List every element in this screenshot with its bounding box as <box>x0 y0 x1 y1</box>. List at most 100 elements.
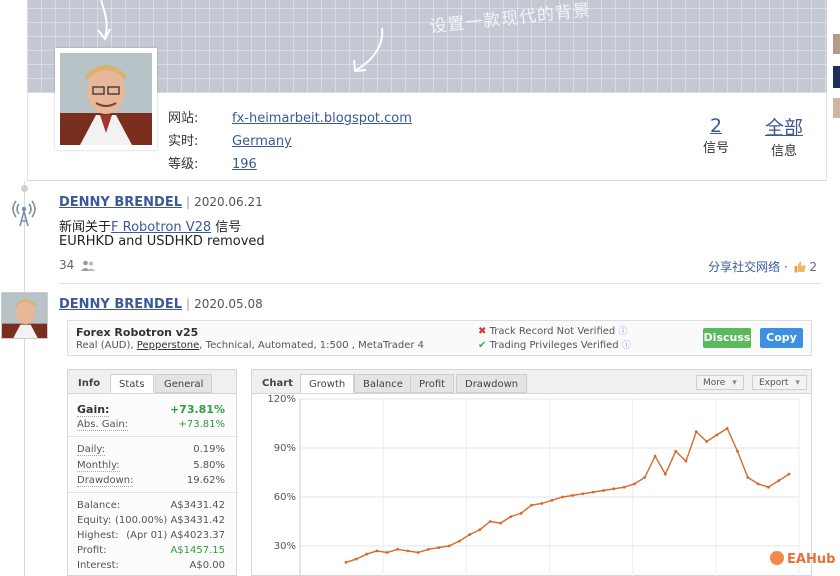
growth-point <box>602 489 605 492</box>
rank-link[interactable]: 196 <box>232 157 257 172</box>
growth-point <box>766 485 770 489</box>
help-icon[interactable]: ⓘ <box>618 327 627 337</box>
timeline-dot <box>21 185 28 192</box>
export-dropdown[interactable]: Export ▾ <box>752 375 807 390</box>
news-line: 新闻关于F Robotron V28 信号 <box>59 216 821 235</box>
profile-avatar[interactable] <box>55 48 157 150</box>
website-row: 网站: fx-heimarbeit.blogspot.com <box>168 107 412 126</box>
news-footer: 34 分享社交网络 · 2 <box>59 258 817 274</box>
side-thumbnail[interactable] <box>833 66 840 88</box>
side-thumbnail[interactable] <box>833 98 840 118</box>
author-link[interactable]: DENNY BRENDEL <box>59 195 182 210</box>
abs-gain-label: Abs. Gain: <box>77 419 129 431</box>
growth-point <box>715 433 719 437</box>
growth-point <box>478 528 482 532</box>
growth-point <box>427 547 430 551</box>
followers-count[interactable]: 34 <box>59 258 74 272</box>
users-icon[interactable] <box>81 260 96 271</box>
signal-link[interactable]: F Robotron V28 <box>111 220 211 235</box>
all-info-label: 信息 <box>770 144 797 159</box>
monthly-row: Monthly: 5.80% <box>77 460 225 472</box>
tab-drawdown[interactable]: Drawdown <box>456 374 528 393</box>
tab-stats[interactable]: Stats <box>110 374 154 393</box>
signals-label: 信号 <box>702 141 729 156</box>
growth-point <box>756 482 760 486</box>
broker-link[interactable]: Pepperstone <box>137 340 200 351</box>
cross-icon: ✖ <box>478 326 487 337</box>
location-row: 实时: Germany <box>168 130 292 149</box>
signals-stat[interactable]: 2 信号 <box>693 115 739 156</box>
section-divider <box>68 436 238 437</box>
growth-chart[interactable]: 120% 90% 60% 30% <box>252 395 811 576</box>
y-tick-label: 90% <box>274 443 296 454</box>
growth-point <box>643 476 647 479</box>
daily-value: 0.19% <box>193 444 225 455</box>
growth-point <box>777 479 781 483</box>
profit-value: A$1457.15 <box>170 545 225 556</box>
drawdown-label: Drawdown: <box>77 475 134 487</box>
side-thumbnail[interactable] <box>833 34 840 54</box>
growth-point <box>468 533 472 536</box>
author-avatar-small[interactable] <box>1 292 48 339</box>
profit-label: Profit: <box>77 545 107 556</box>
help-icon[interactable]: ⓘ <box>622 341 631 351</box>
interest-row: Interest: A$0.00 <box>77 560 225 571</box>
balance-value: A$3431.42 <box>170 500 225 511</box>
tab-chart[interactable]: Chart <box>254 374 301 393</box>
tab-general[interactable]: General <box>155 374 213 393</box>
chevron-down-icon: ▾ <box>732 378 737 388</box>
growth-point <box>653 454 657 458</box>
signals-count[interactable]: 2 <box>693 115 739 137</box>
location-link[interactable]: Germany <box>232 134 292 149</box>
tab-profit[interactable]: Profit <box>410 374 455 393</box>
feed-item-news: DENNY BRENDEL | 2020.06.21 <box>59 191 821 210</box>
growth-point <box>437 546 441 550</box>
news-suffix: 信号 <box>211 220 242 235</box>
system-name[interactable]: Forex Robotron v25 <box>76 326 198 339</box>
growth-point <box>674 449 678 453</box>
author-link[interactable]: DENNY BRENDEL <box>59 297 182 312</box>
growth-point <box>694 430 698 434</box>
more-dropdown[interactable]: More ▾ <box>696 375 744 390</box>
daily-label: Daily: <box>77 444 105 456</box>
growth-point <box>406 549 410 553</box>
growth-point <box>787 472 791 476</box>
growth-point <box>591 490 595 494</box>
tab-growth[interactable]: Growth <box>300 374 355 393</box>
y-tick-label: 30% <box>274 541 296 552</box>
gain-value: +73.81% <box>169 403 225 416</box>
brand-icon <box>770 551 784 565</box>
brand-text: EAHub <box>787 552 836 567</box>
post-date: 2020.05.08 <box>194 297 263 311</box>
avatar-photo <box>60 53 152 145</box>
copy-button[interactable]: Copy <box>760 328 803 348</box>
likes-count: 2 <box>809 260 817 274</box>
highest-label: Highest: <box>77 530 119 541</box>
highest-row: Highest: (Apr 01) A$4023.37 <box>77 530 225 541</box>
discuss-button[interactable]: Discuss <box>703 328 751 348</box>
arrow-curve-icon <box>353 27 384 73</box>
growth-point <box>540 502 544 505</box>
tab-info[interactable]: Info <box>70 374 108 393</box>
growth-point <box>396 547 399 551</box>
daily-row: Daily: 0.19% <box>77 444 225 456</box>
abs-gain-row: Abs. Gain: +73.81% <box>77 419 225 431</box>
growth-point <box>365 552 369 556</box>
share-link[interactable]: 分享社交网络 · <box>708 260 788 274</box>
section-divider <box>68 492 238 493</box>
export-label: Export <box>759 378 789 388</box>
chevron-down-icon: ▾ <box>795 378 800 388</box>
profit-row: Profit: A$1457.15 <box>77 545 225 556</box>
growth-point <box>736 449 739 453</box>
thumbs-up-icon[interactable] <box>794 261 806 273</box>
tab-balance[interactable]: Balance <box>354 374 412 393</box>
info-panel: Info Stats General Gain: +73.81% Abs. Ga… <box>67 369 238 576</box>
website-link[interactable]: fx-heimarbeit.blogspot.com <box>232 111 412 126</box>
broadcast-icon <box>12 200 36 227</box>
website-label: 网站: <box>168 111 199 126</box>
all-info-stat[interactable]: 全部 信息 <box>759 113 809 159</box>
growth-point <box>519 511 523 515</box>
page-root: 设置一款现代的背景 网站: fx-heimarbeit.blogspot.com … <box>0 0 840 576</box>
all-info-link[interactable]: 全部 <box>759 113 809 140</box>
gain-row: Gain: +73.81% <box>77 403 225 417</box>
